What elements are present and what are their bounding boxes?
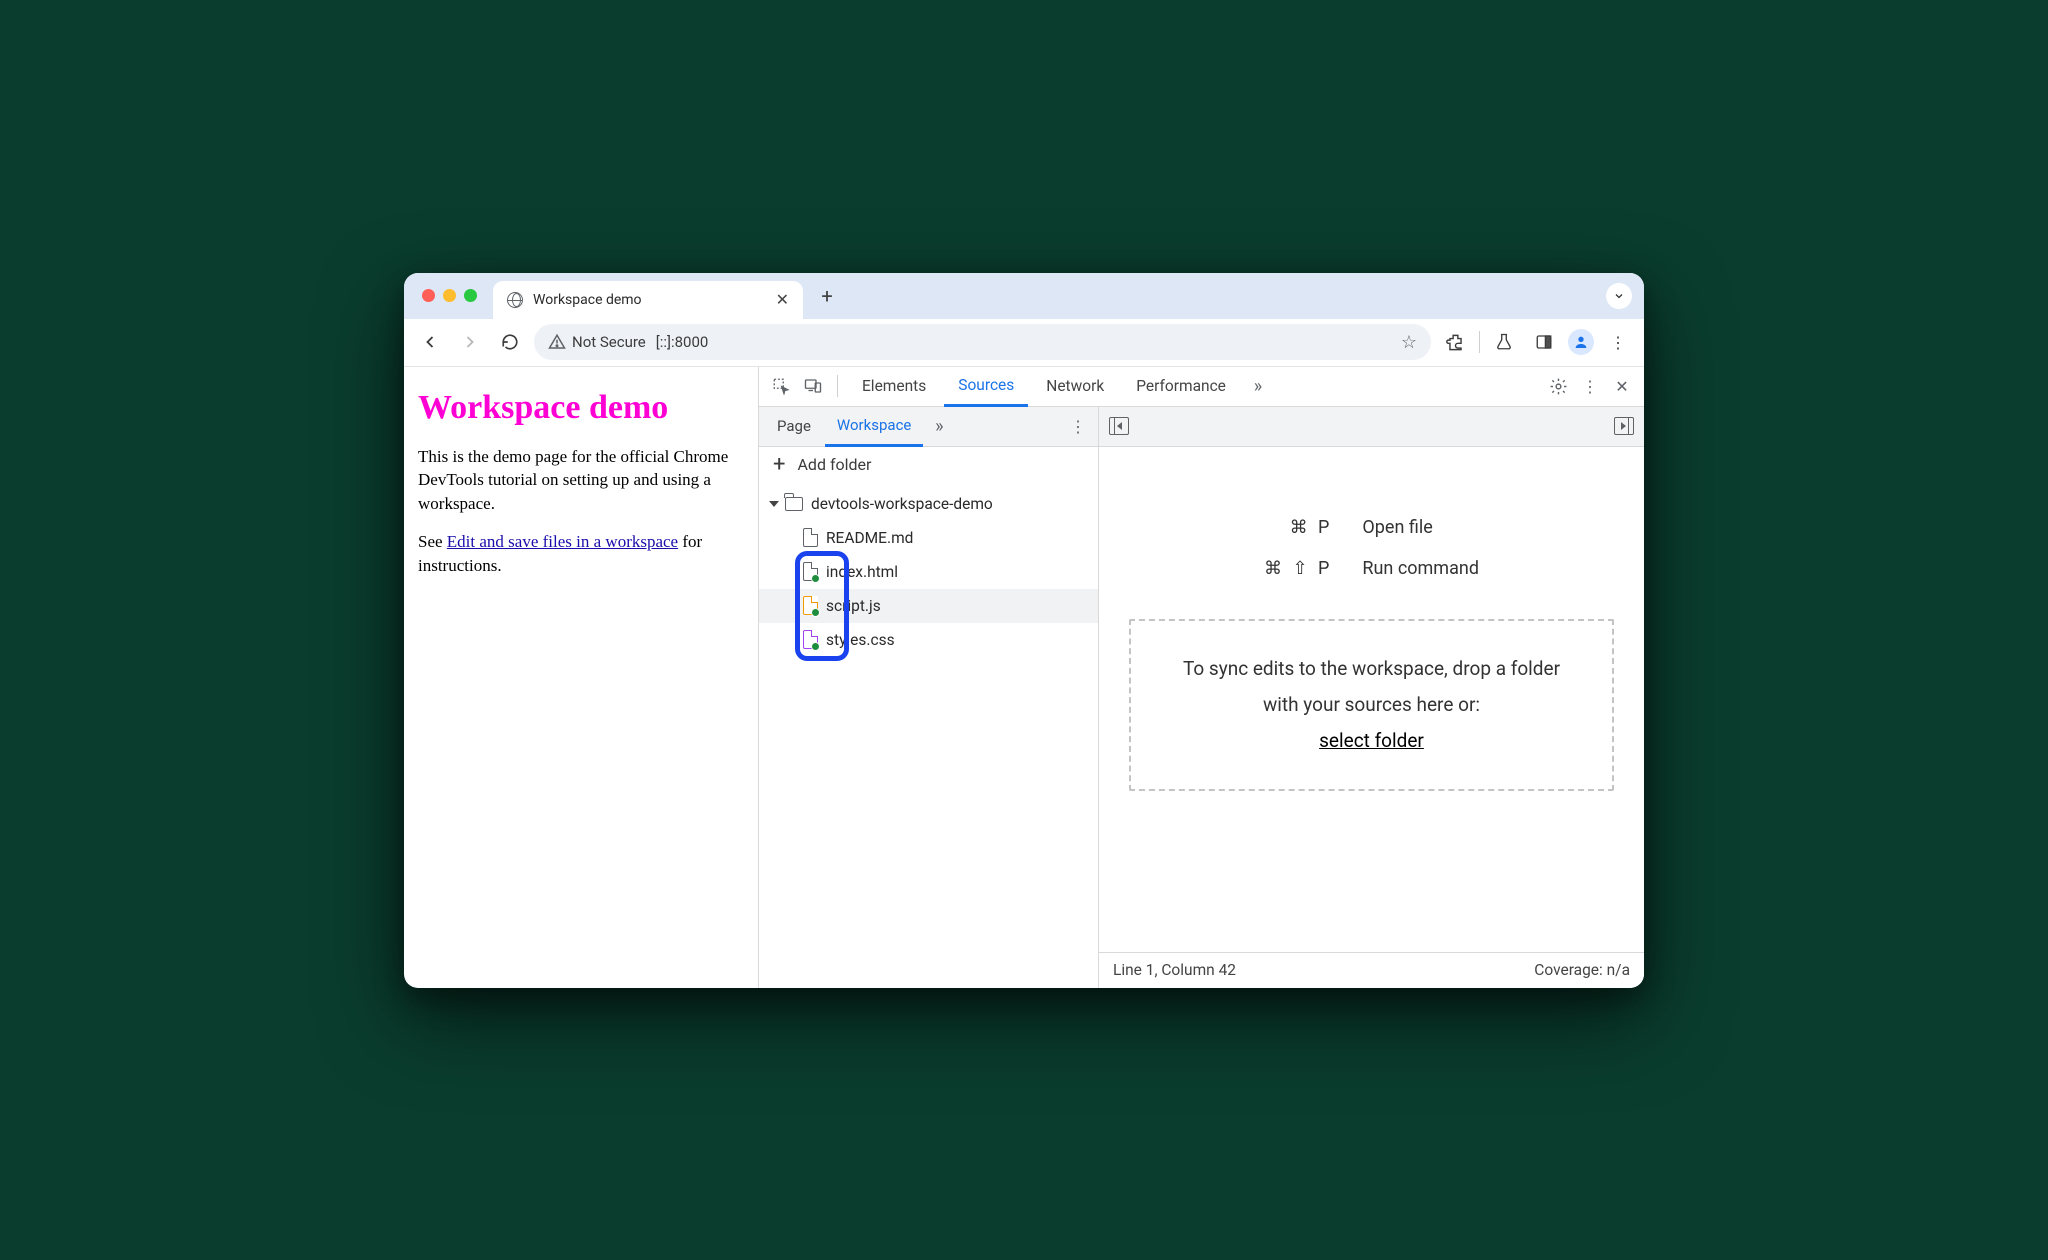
toggle-navigator-icon[interactable] — [1109, 417, 1129, 435]
maximize-window[interactable] — [464, 289, 477, 302]
page-paragraph-1: This is the demo page for the official C… — [418, 445, 744, 516]
titlebar: Workspace demo ✕ + — [404, 273, 1644, 319]
shortcut-keys: ⌘ P — [1264, 517, 1332, 538]
close-tab-icon[interactable]: ✕ — [776, 290, 789, 309]
browser-tab[interactable]: Workspace demo ✕ — [493, 281, 803, 319]
new-tab-button[interactable]: + — [813, 282, 841, 310]
file-label: index.html — [826, 563, 898, 581]
tutorial-link[interactable]: Edit and save files in a workspace — [447, 532, 678, 551]
editor-statusbar: Line 1, Column 42 Coverage: n/a — [1099, 952, 1644, 988]
tree-file-script[interactable]: script.js — [759, 589, 1098, 623]
browser-toolbar: Not Secure [::]:8000 ☆ ⋮ — [404, 319, 1644, 367]
toggle-debugger-icon[interactable] — [1614, 417, 1634, 435]
devtools-menu-icon[interactable]: ⋮ — [1576, 372, 1604, 400]
editor-toolbar — [1099, 407, 1644, 447]
tab-elements[interactable]: Elements — [848, 367, 940, 407]
file-label: script.js — [826, 597, 881, 615]
minimize-window[interactable] — [443, 289, 456, 302]
expand-icon — [769, 501, 779, 507]
workspace-dropzone[interactable]: To sync edits to the workspace, drop a f… — [1129, 619, 1614, 791]
navigator-menu-icon[interactable]: ⋮ — [1064, 412, 1092, 440]
navigator-tabs: Page Workspace » ⋮ — [759, 407, 1098, 447]
labs-icon[interactable] — [1488, 326, 1520, 358]
browser-window: Workspace demo ✕ + Not Secure [::]:8000 … — [404, 273, 1644, 988]
back-button[interactable] — [414, 326, 446, 358]
browser-menu-icon[interactable]: ⋮ — [1602, 326, 1634, 358]
device-toggle-icon[interactable] — [799, 372, 827, 400]
folder-icon — [785, 497, 803, 511]
address-bar[interactable]: Not Secure [::]:8000 ☆ — [534, 324, 1431, 360]
file-tree: devtools-workspace-demo README.md index.… — [759, 483, 1098, 661]
file-icon — [803, 528, 818, 547]
side-panel-icon[interactable] — [1528, 326, 1560, 358]
close-window[interactable] — [422, 289, 435, 302]
tree-file-index[interactable]: index.html — [759, 555, 1098, 589]
plus-icon: + — [773, 452, 785, 477]
select-folder-link[interactable]: select folder — [1319, 729, 1424, 752]
file-icon-html — [803, 562, 818, 581]
coverage-status: Coverage: n/a — [1534, 961, 1630, 979]
tab-network[interactable]: Network — [1032, 367, 1118, 407]
devtools: Elements Sources Network Performance » ⋮… — [759, 367, 1644, 988]
extensions-icon[interactable] — [1439, 326, 1471, 358]
editor-body: ⌘ P Open file ⌘ ⇧ P Run command To sync … — [1099, 447, 1644, 952]
file-icon-js — [803, 596, 818, 615]
separator — [1479, 331, 1480, 353]
forward-button[interactable] — [454, 326, 486, 358]
shortcut-label: Run command — [1362, 558, 1479, 579]
editor-pane: ⌘ P Open file ⌘ ⇧ P Run command To sync … — [1099, 407, 1644, 988]
tree-folder[interactable]: devtools-workspace-demo — [759, 487, 1098, 521]
page-heading: Workspace demo — [418, 389, 744, 427]
add-folder-button[interactable]: + Add folder — [759, 447, 1098, 483]
add-folder-label: Add folder — [797, 455, 871, 474]
page-paragraph-2: See Edit and save files in a workspace f… — [418, 530, 744, 578]
file-label: styles.css — [826, 631, 895, 649]
navigator-tab-workspace[interactable]: Workspace — [825, 407, 923, 447]
security-chip[interactable]: Not Secure — [548, 333, 646, 351]
globe-icon — [507, 292, 523, 308]
navigator-pane: Page Workspace » ⋮ + Add folder — [759, 407, 1099, 988]
tree-file-styles[interactable]: styles.css — [759, 623, 1098, 657]
separator — [837, 375, 838, 397]
shortcut-keys: ⌘ ⇧ P — [1264, 558, 1332, 579]
tab-title: Workspace demo — [533, 292, 766, 308]
navigator-tab-page[interactable]: Page — [765, 407, 823, 447]
profile-avatar[interactable] — [1568, 329, 1594, 355]
tabs-dropdown[interactable] — [1606, 283, 1632, 309]
tree-file-readme[interactable]: README.md — [759, 521, 1098, 555]
tab-sources[interactable]: Sources — [944, 367, 1028, 407]
devtools-tabbar: Elements Sources Network Performance » ⋮… — [759, 367, 1644, 407]
navigator-more-icon[interactable]: » — [925, 412, 953, 440]
file-icon-css — [803, 630, 818, 649]
inspect-icon[interactable] — [767, 372, 795, 400]
rendered-page: Workspace demo This is the demo page for… — [404, 367, 759, 988]
shortcut-label: Open file — [1362, 517, 1479, 538]
folder-label: devtools-workspace-demo — [811, 495, 993, 513]
cursor-position: Line 1, Column 42 — [1113, 961, 1236, 979]
reload-button[interactable] — [494, 326, 526, 358]
window-controls — [416, 289, 483, 302]
devtools-body: Page Workspace » ⋮ + Add folder — [759, 407, 1644, 988]
file-label: README.md — [826, 529, 913, 547]
content-area: Workspace demo This is the demo page for… — [404, 367, 1644, 988]
close-devtools-icon[interactable]: ✕ — [1608, 372, 1636, 400]
shortcut-hints: ⌘ P Open file ⌘ ⇧ P Run command — [1264, 517, 1479, 579]
tab-performance[interactable]: Performance — [1122, 367, 1240, 407]
settings-icon[interactable] — [1544, 372, 1572, 400]
more-tabs-icon[interactable]: » — [1244, 372, 1272, 400]
url-text: [::]:8000 — [656, 333, 709, 351]
bookmark-icon[interactable]: ☆ — [1401, 332, 1417, 353]
dropzone-text: To sync edits to the workspace, drop a f… — [1171, 651, 1572, 723]
security-label: Not Secure — [572, 333, 646, 351]
